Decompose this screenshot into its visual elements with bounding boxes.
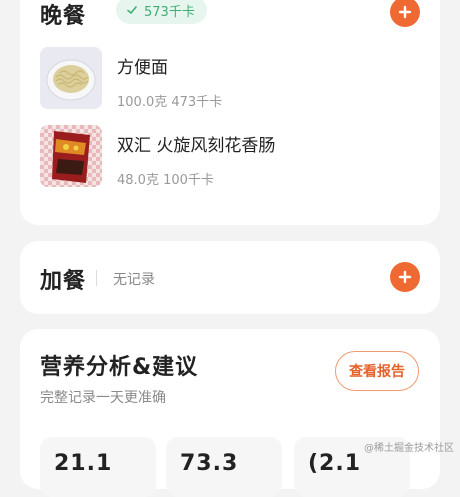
dinner-title: 晚餐: [40, 4, 87, 29]
food-name: 方便面: [117, 58, 168, 78]
nutrition-subtitle: 完整记录一天更准确: [40, 390, 166, 406]
food-amount-calories: 48.0克 100千卡: [117, 173, 214, 188]
snack-empty-text: 无记录: [113, 272, 155, 288]
nutrition-title: 营养分析&建议: [40, 355, 199, 380]
plus-icon: [398, 5, 412, 19]
dinner-calories-badge: 573千卡: [116, 0, 207, 24]
check-icon: [126, 4, 138, 16]
stat-value: 21.1: [54, 451, 113, 476]
stat-value: (2.1: [308, 451, 362, 476]
snack-card: 加餐 无记录: [20, 241, 440, 314]
snack-title: 加餐: [40, 269, 87, 294]
plus-icon: [398, 270, 412, 284]
stat-value: 73.3: [180, 451, 239, 476]
food-item-sausage[interactable]: 双汇 火旋风刻花香肠 48.0克 100千卡: [40, 125, 420, 189]
nutrition-stat-tile: 21.1: [40, 437, 156, 497]
add-snack-button[interactable]: [390, 262, 420, 292]
dinner-calories-value: 573千卡: [144, 4, 195, 20]
dinner-card: 晚餐 573千卡 方便面 100.0克 473千卡 双汇 火旋风刻花香肠 48.…: [20, 0, 440, 225]
sausage-package-image: [40, 125, 102, 187]
nutrition-analysis-card: 营养分析&建议 完整记录一天更准确 查看报告 21.1 73.3 (2.1: [20, 329, 440, 497]
instant-noodles-image: [40, 47, 102, 109]
watermark: @稀土掘金技术社区: [364, 443, 454, 454]
nutrition-stat-tile: 73.3: [166, 437, 282, 497]
add-dinner-button[interactable]: [390, 0, 420, 27]
divider: [96, 270, 97, 286]
food-item-instant-noodles[interactable]: 方便面 100.0克 473千卡: [40, 47, 420, 111]
view-report-button[interactable]: 查看报告: [335, 351, 419, 391]
food-amount-calories: 100.0克 473千卡: [117, 95, 223, 110]
food-name: 双汇 火旋风刻花香肠: [117, 136, 276, 156]
